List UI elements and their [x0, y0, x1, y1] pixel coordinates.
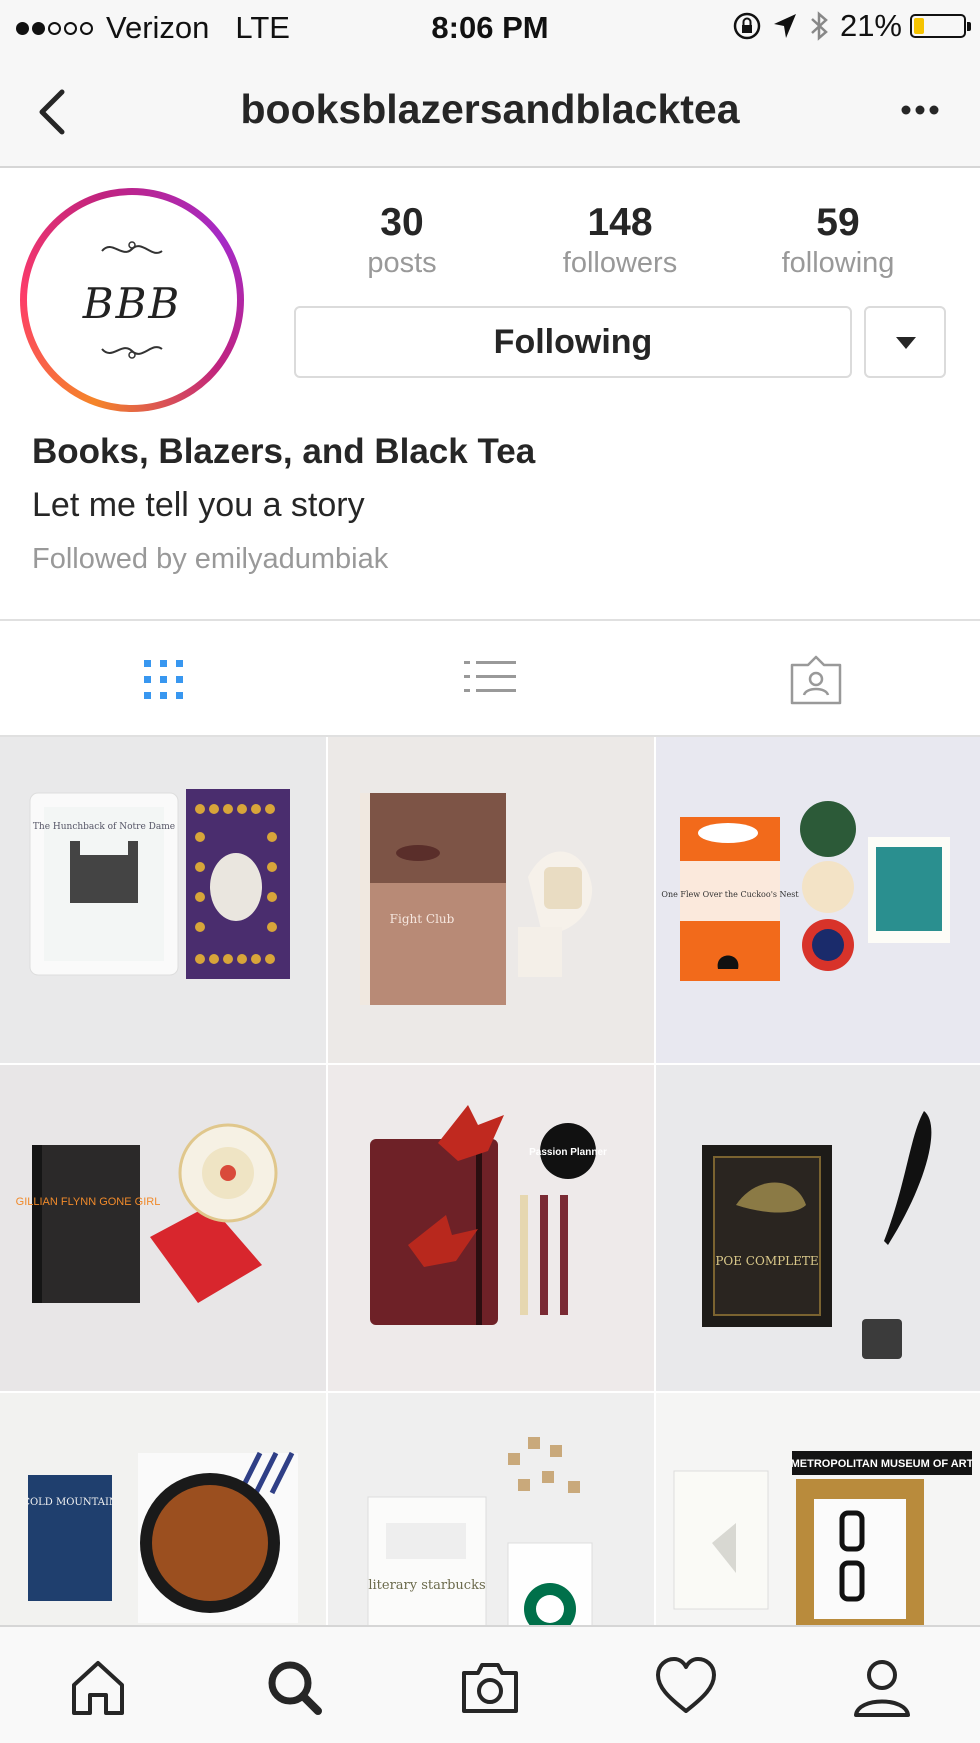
status-icons: 21%: [732, 8, 971, 44]
post-image: Fight Club: [360, 793, 593, 1005]
following-stat[interactable]: 59 following: [748, 200, 928, 280]
post-caption: Passion Planner: [529, 1147, 607, 1158]
post-image: One Flew Over the Cuckoo's Nest: [661, 801, 950, 981]
battery-level: [914, 18, 924, 34]
location-arrow-icon: [773, 14, 796, 38]
post-caption: POE COMPLETE: [715, 1254, 818, 1268]
profile-view-tabs: [0, 619, 980, 737]
home-icon[interactable]: [66, 1655, 130, 1719]
post-thumbnail[interactable]: One Flew Over the Cuckoo's Nest: [656, 737, 980, 1063]
battery-icon: [910, 14, 971, 38]
followers-label: followers: [562, 247, 678, 279]
profile-icon[interactable]: [850, 1655, 914, 1719]
posts-stat[interactable]: 30 posts: [312, 200, 492, 280]
more-horizontal-icon[interactable]: [900, 98, 940, 122]
post-thumbnail[interactable]: POE COMPLETE: [656, 1065, 980, 1391]
post-thumbnail[interactable]: Fight Club: [328, 737, 654, 1063]
bio-text: Let me tell you a story: [32, 486, 365, 524]
post-caption: The Hunchback of Notre Dame: [33, 822, 175, 832]
tagged-icon[interactable]: [786, 655, 846, 705]
posts-grid: The Hunchback of Notre Dame Fight Club O…: [0, 737, 980, 1625]
flourish-icon: [101, 241, 163, 254]
followers-stat[interactable]: 148 followers: [530, 200, 710, 280]
post-thumbnail[interactable]: literary starbucks: [328, 1393, 654, 1625]
bottom-tab-bar: [0, 1625, 980, 1743]
post-image: METROPOLITAN MUSEUM OF ART: [673, 1451, 974, 1625]
avatar-border: BBB: [27, 195, 237, 405]
post-thumbnail[interactable]: COLD MOUNTAIN: [0, 1393, 326, 1625]
search-icon[interactable]: [262, 1655, 326, 1719]
post-thumbnail[interactable]: Passion Planner: [328, 1065, 654, 1391]
post-caption: One Flew Over the Cuckoo's Nest: [661, 890, 799, 899]
posts-count: 30: [380, 201, 424, 244]
post-image: COLD MOUNTAIN: [22, 1451, 298, 1623]
avatar[interactable]: BBB: [20, 188, 244, 412]
navigation-bar: booksblazersandblacktea: [0, 56, 980, 168]
flourish-icon: [101, 346, 163, 359]
orientation-lock-icon: [733, 12, 761, 40]
battery-tip: [967, 22, 971, 31]
following-button[interactable]: Following: [294, 306, 852, 378]
post-image: The Hunchback of Notre Dame: [29, 789, 290, 979]
post-caption: literary starbucks: [368, 1578, 485, 1593]
status-bar: Verizon LTE 8:06 PM 21%: [0, 0, 980, 56]
following-label: following: [781, 247, 895, 279]
display-name: Books, Blazers, and Black Tea: [32, 432, 536, 471]
battery-percent: 21%: [839, 8, 902, 43]
suggestions-dropdown-button[interactable]: [864, 306, 946, 378]
post-thumbnail[interactable]: The Hunchback of Notre Dame: [0, 737, 326, 1063]
profile-username: booksblazersandblacktea: [240, 86, 740, 132]
heart-icon[interactable]: [654, 1655, 718, 1719]
bluetooth-icon: [811, 11, 828, 41]
triangle-down-icon: [896, 337, 916, 349]
post-thumbnail[interactable]: GILLIAN FLYNN GONE GIRL: [0, 1065, 326, 1391]
post-caption: METROPOLITAN MUSEUM OF ART: [791, 1458, 974, 1470]
post-image: Passion Planner: [370, 1105, 607, 1325]
avatar-monogram: BBB: [82, 279, 182, 328]
post-caption: COLD MOUNTAIN: [22, 1497, 118, 1508]
list-icon[interactable]: [460, 655, 520, 705]
camera-icon[interactable]: [458, 1655, 522, 1719]
followers-count: 148: [587, 201, 653, 244]
post-image: literary starbucks: [367, 1437, 593, 1625]
post-image: POE COMPLETE: [702, 1111, 932, 1359]
following-count: 59: [816, 201, 860, 244]
avatar-image: BBB: [33, 201, 231, 399]
post-thumbnail[interactable]: METROPOLITAN MUSEUM OF ART: [656, 1393, 980, 1625]
post-image: GILLIAN FLYNN GONE GIRL: [16, 1123, 278, 1303]
post-caption: Fight Club: [390, 912, 455, 926]
followed-by-text[interactable]: Followed by emilyadumbiak: [32, 543, 388, 576]
grid-icon[interactable]: [134, 655, 194, 705]
posts-label: posts: [367, 247, 437, 279]
post-caption: GILLIAN FLYNN GONE GIRL: [16, 1196, 161, 1208]
